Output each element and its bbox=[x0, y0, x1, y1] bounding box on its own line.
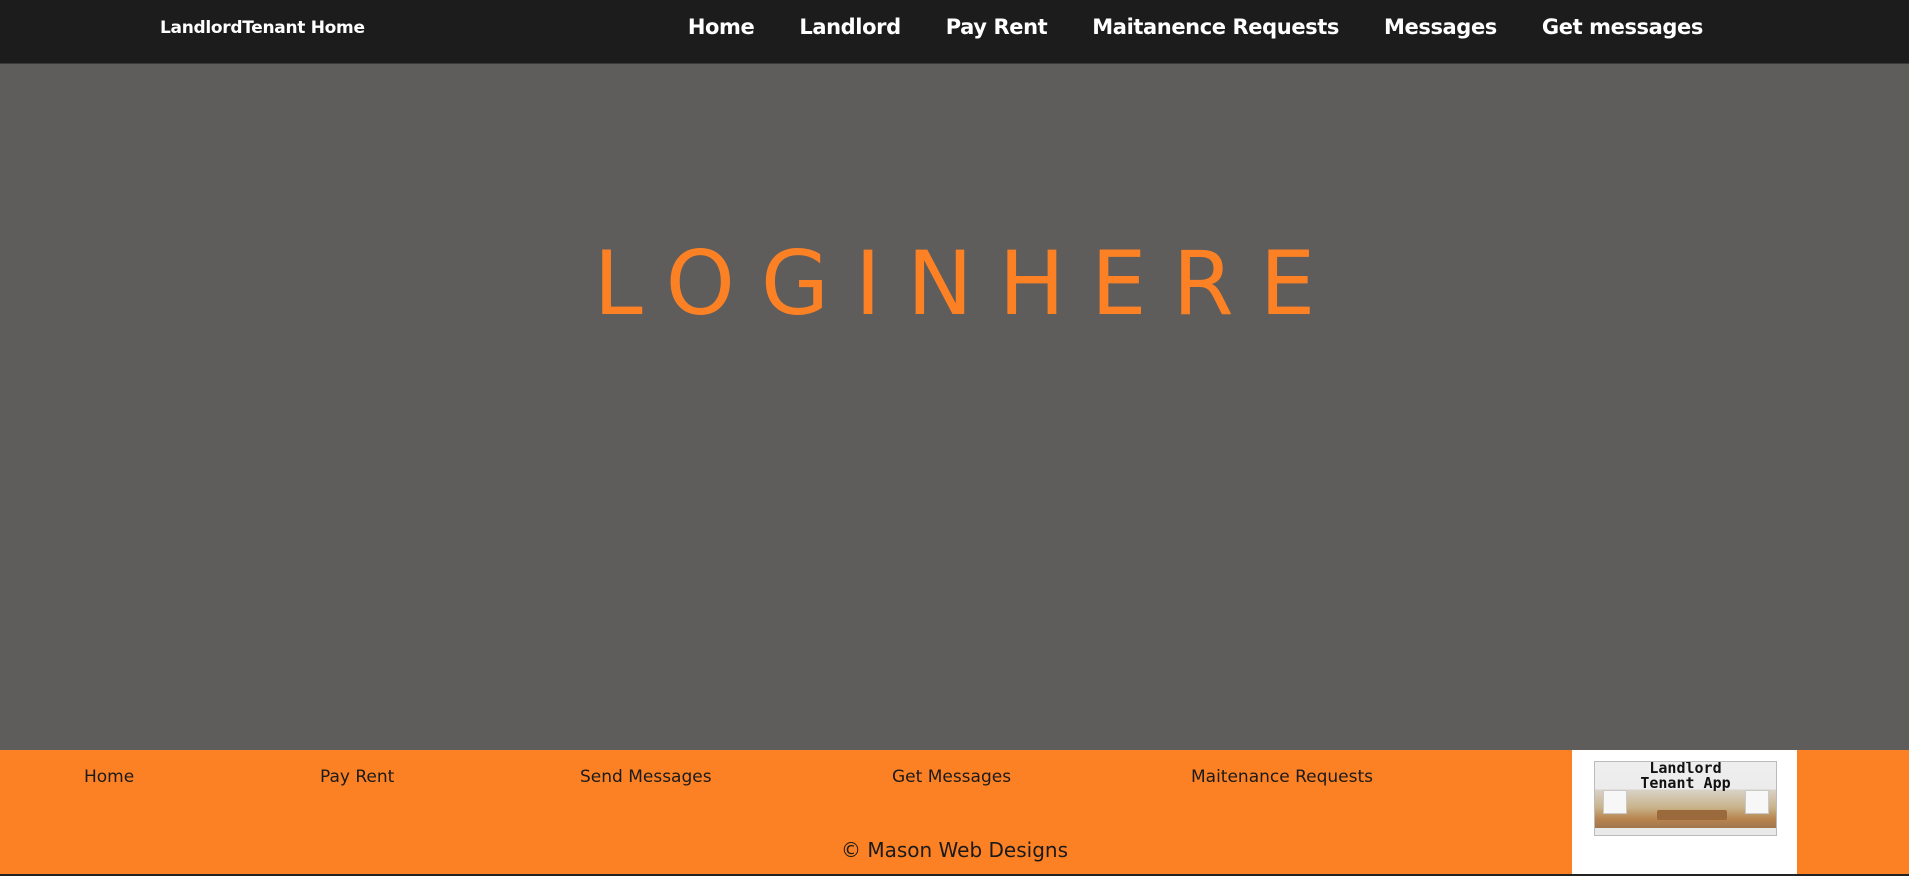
brand-link[interactable]: LandlordTenant Home bbox=[160, 18, 365, 38]
login-heading[interactable]: LOGINHERE bbox=[0, 232, 1909, 335]
nav-item-pay-rent: Pay Rent bbox=[946, 15, 1048, 39]
nav-item-home: Home bbox=[688, 15, 755, 39]
logo-window-graphic bbox=[1745, 790, 1769, 814]
nav-link-get-messages[interactable]: Get messages bbox=[1542, 15, 1704, 39]
footer-link-send-messages[interactable]: Send Messages bbox=[580, 767, 712, 787]
footer-link-maintenance-requests[interactable]: Maitenance Requests bbox=[1191, 767, 1373, 787]
nav-link-landlord[interactable]: Landlord bbox=[799, 15, 901, 39]
nav-item-get-messages: Get messages bbox=[1542, 15, 1704, 39]
nav-link-home[interactable]: Home bbox=[688, 15, 755, 39]
top-navbar: LandlordTenant Home Home Landlord Pay Re… bbox=[0, 0, 1909, 64]
logo-table-graphic bbox=[1657, 810, 1727, 820]
footer-link-pay-rent[interactable]: Pay Rent bbox=[320, 767, 394, 787]
nav-link-maintenance-requests[interactable]: Maitanence Requests bbox=[1092, 15, 1339, 39]
footer: Home Pay Rent Send Messages Get Messages… bbox=[0, 750, 1909, 876]
nav-link-messages[interactable]: Messages bbox=[1384, 15, 1497, 39]
main-nav: Home Landlord Pay Rent Maitanence Reques… bbox=[688, 15, 1704, 39]
footer-link-get-messages[interactable]: Get Messages bbox=[892, 767, 1011, 787]
logo-caption-strip bbox=[1595, 828, 1776, 835]
nav-item-landlord: Landlord bbox=[799, 15, 901, 39]
nav-item-messages: Messages bbox=[1384, 15, 1497, 39]
nav-item-maintenance-requests: Maitanence Requests bbox=[1092, 15, 1339, 39]
nav-link-pay-rent[interactable]: Pay Rent bbox=[946, 15, 1048, 39]
app-logo-image: Landlord Tenant App bbox=[1594, 761, 1777, 836]
hero-section: LOGINHERE bbox=[0, 64, 1909, 750]
app-logo-card: Landlord Tenant App bbox=[1572, 750, 1797, 874]
logo-window-graphic bbox=[1603, 790, 1627, 814]
logo-title-text: Landlord Tenant App bbox=[1640, 761, 1731, 792]
footer-link-home[interactable]: Home bbox=[84, 767, 134, 787]
